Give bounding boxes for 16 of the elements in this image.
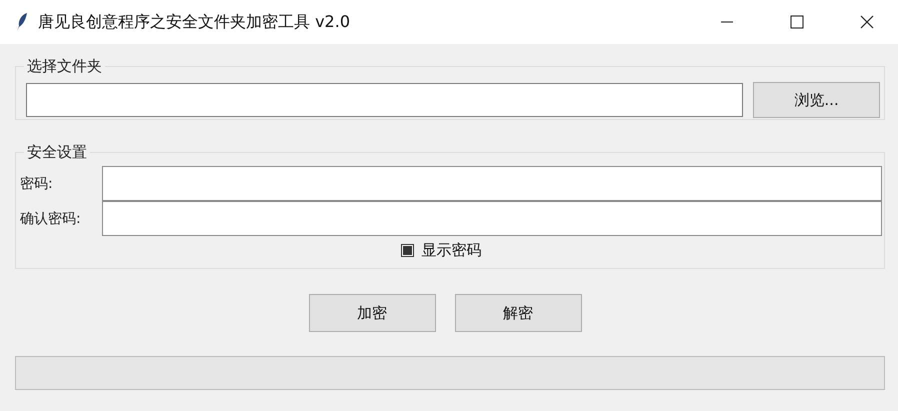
checkbox[interactable] <box>400 244 414 257</box>
checkbox-label: 显示密码 <box>422 241 482 260</box>
folder-path-field[interactable] <box>26 83 744 117</box>
password-field[interactable] <box>102 166 882 201</box>
browse-button[interactable]: 浏览... <box>753 82 880 118</box>
window-title: 唐见良创意程序之安全文件夹加密工具 v2.0 <box>38 12 350 32</box>
field-label: 密码: <box>20 174 54 192</box>
action-button[interactable]: 解密 <box>454 294 582 332</box>
group-title: 选择文件夹 <box>24 56 105 76</box>
field-label: 确认密码: <box>20 210 82 228</box>
action-button[interactable]: 加密 <box>308 294 436 332</box>
maximize-icon[interactable] <box>790 15 804 29</box>
group-title: 安全设置 <box>24 142 90 162</box>
password-field[interactable] <box>102 201 882 236</box>
close-icon[interactable] <box>860 15 874 29</box>
feather-icon <box>16 12 28 32</box>
